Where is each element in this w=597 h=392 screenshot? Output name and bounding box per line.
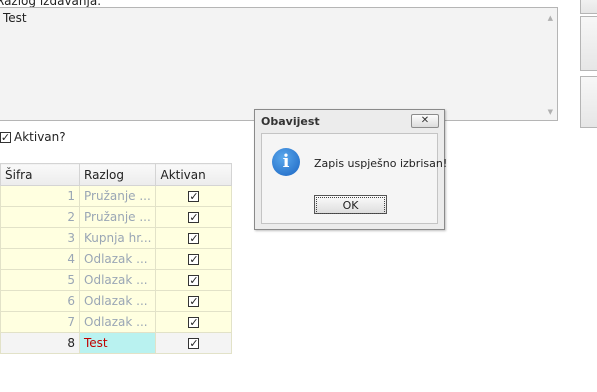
row-checkbox[interactable]: ✓ bbox=[188, 338, 200, 349]
cell-razlog[interactable]: Odlazak ... bbox=[78, 290, 157, 312]
cell-sifra[interactable]: 5 bbox=[0, 269, 80, 291]
row-checkbox[interactable]: ✓ bbox=[188, 212, 200, 223]
reason-textarea[interactable]: Test ▲ ▼ bbox=[0, 7, 558, 121]
row-checkbox[interactable]: ✓ bbox=[188, 275, 200, 286]
column-header-razlog[interactable]: Razlog bbox=[78, 163, 157, 186]
row-checkbox[interactable]: ✓ bbox=[188, 296, 200, 307]
dialog-message: Zapis uspješno izbrisan! bbox=[314, 157, 448, 170]
dialog-title: Obavijest bbox=[261, 115, 320, 128]
table-row[interactable]: 1 Pružanje ... ✓ bbox=[0, 185, 233, 207]
side-button-top[interactable] bbox=[580, 0, 597, 14]
cell-aktivan[interactable]: ✓ bbox=[155, 290, 233, 312]
close-icon[interactable]: ✕ bbox=[411, 114, 439, 128]
row-checkbox[interactable]: ✓ bbox=[188, 233, 200, 244]
info-icon: i bbox=[272, 148, 300, 176]
scroll-down-icon[interactable]: ▼ bbox=[548, 108, 553, 116]
dialog-body: i Zapis uspješno izbrisan! OK bbox=[261, 133, 447, 224]
cell-razlog[interactable]: Odlazak ... bbox=[78, 248, 157, 270]
table-row[interactable]: 4 Odlazak ... ✓ bbox=[0, 248, 233, 270]
cell-aktivan[interactable]: ✓ bbox=[155, 269, 233, 291]
side-button-bottom[interactable] bbox=[580, 76, 597, 128]
row-checkbox[interactable]: ✓ bbox=[188, 191, 200, 202]
cell-aktivan[interactable]: ✓ bbox=[155, 311, 233, 333]
cell-sifra[interactable]: 8 bbox=[0, 332, 80, 354]
table-row-selected[interactable]: 8 Test ✓ bbox=[0, 332, 233, 354]
row-checkbox[interactable]: ✓ bbox=[188, 317, 200, 328]
cell-razlog[interactable]: Odlazak ... bbox=[78, 311, 157, 333]
row-checkbox[interactable]: ✓ bbox=[188, 254, 200, 265]
cell-aktivan[interactable]: ✓ bbox=[155, 185, 233, 207]
cell-aktivan[interactable]: ✓ bbox=[155, 332, 233, 354]
cell-sifra[interactable]: 7 bbox=[0, 311, 80, 333]
column-header-sifra[interactable]: Šifra bbox=[0, 163, 80, 186]
active-checkbox-row[interactable]: ✓ Aktivan? bbox=[0, 130, 66, 144]
cell-sifra[interactable]: 3 bbox=[0, 227, 80, 249]
cell-aktivan[interactable]: ✓ bbox=[155, 227, 233, 249]
side-button-middle[interactable] bbox=[580, 16, 597, 71]
table-row[interactable]: 2 Pružanje ... ✓ bbox=[0, 206, 233, 228]
table-row[interactable]: 5 Odlazak ... ✓ bbox=[0, 269, 233, 291]
cell-razlog[interactable]: Odlazak ... bbox=[78, 269, 157, 291]
cell-sifra[interactable]: 1 bbox=[0, 185, 80, 207]
ok-button[interactable]: OK bbox=[314, 195, 387, 214]
cell-sifra[interactable]: 4 bbox=[0, 248, 80, 270]
reasons-grid: Šifra Razlog Aktivan 1 Pružanje ... ✓ 2 … bbox=[0, 163, 233, 354]
cell-aktivan[interactable]: ✓ bbox=[155, 248, 233, 270]
active-checkbox[interactable]: ✓ bbox=[0, 131, 11, 143]
cell-aktivan[interactable]: ✓ bbox=[155, 206, 233, 228]
active-checkbox-label: Aktivan? bbox=[14, 130, 66, 144]
ok-button-label: OK bbox=[316, 197, 385, 214]
table-row[interactable]: 6 Odlazak ... ✓ bbox=[0, 290, 233, 312]
reason-text: Test bbox=[3, 11, 27, 25]
table-row[interactable]: 7 Odlazak ... ✓ bbox=[0, 311, 233, 333]
column-header-aktivan[interactable]: Aktivan bbox=[155, 163, 233, 186]
cell-razlog[interactable]: Pružanje ... bbox=[78, 185, 157, 207]
cell-sifra[interactable]: 2 bbox=[0, 206, 80, 228]
table-row[interactable]: 3 Kupnja hr... ✓ bbox=[0, 227, 233, 249]
cell-razlog[interactable]: Test bbox=[78, 332, 157, 354]
cell-razlog[interactable]: Kupnja hr... bbox=[78, 227, 157, 249]
scroll-up-icon[interactable]: ▲ bbox=[548, 14, 553, 22]
cell-razlog[interactable]: Pružanje ... bbox=[78, 206, 157, 228]
notification-dialog: Obavijest ✕ i Zapis uspješno izbrisan! O… bbox=[254, 109, 447, 230]
cell-sifra[interactable]: 6 bbox=[0, 290, 80, 312]
